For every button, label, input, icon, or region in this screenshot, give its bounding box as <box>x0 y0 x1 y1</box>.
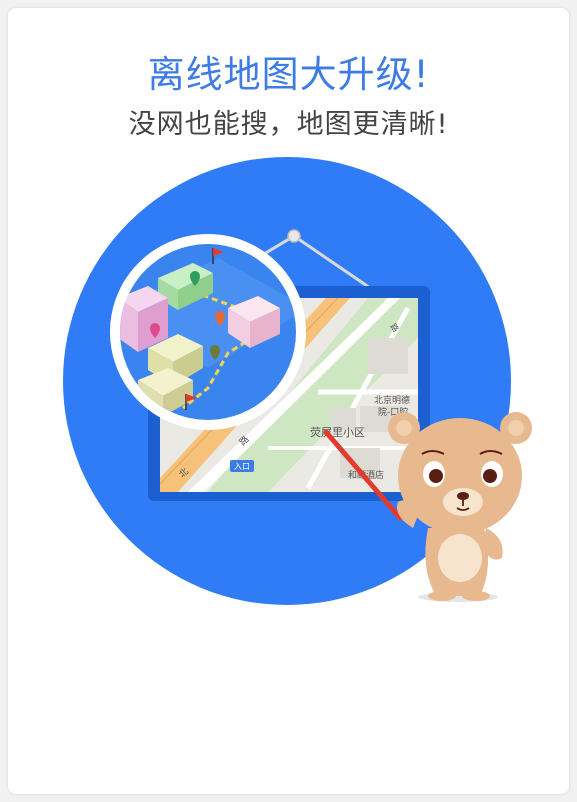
map-label-community: 荧屏里小区 <box>310 425 365 439</box>
promo-card: 离线地图大升级! 没网也能搜，地图更清晰! 北京明德 院-口腔 荧屏里小区 入口… <box>8 8 569 794</box>
offline-map-illustration: 北京明德 院-口腔 荧屏里小区 和颐酒店 入口 北 路 路 <box>63 157 532 605</box>
bear-mascot <box>388 412 532 602</box>
map-label-entrance: 入口 <box>234 462 250 471</box>
map-label-poi: 北京明德 <box>374 394 410 406</box>
